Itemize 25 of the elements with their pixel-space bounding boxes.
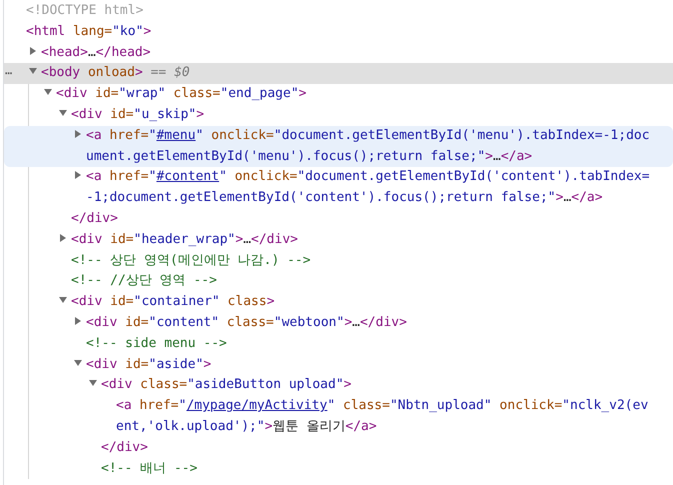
code-line[interactable]: <div id="container" class> (4, 292, 673, 313)
attribute-link[interactable]: #menu (156, 128, 196, 143)
code-line[interactable]: <a href="#content" onclick="document.getElementById('content').tabIndex= (4, 167, 673, 188)
code-line[interactable]: <div id="header_wrap">…</div> (4, 230, 673, 251)
code-line[interactable]: ument.getElementById('menu').focus();return false;">…</a> (4, 146, 673, 168)
more-options[interactable]: ⋯ (5, 63, 12, 84)
code-line[interactable]: </div> (4, 208, 673, 230)
code-line[interactable]: <!-- 배너 --> (4, 458, 673, 480)
code-line[interactable]: <!-- //상단 영역 --> (4, 271, 673, 292)
code-line[interactable]: ent,'olk.upload');">웹툰 올리기</a> (4, 416, 673, 438)
code-line[interactable]: -1;document.getElementById('content').focus();return false;">…</a> (4, 188, 673, 209)
code-line[interactable]: <head>…</head> (4, 42, 673, 64)
code-line[interactable]: <!-- 상단 영역(메인에만 나감.) --> (4, 250, 673, 272)
code-line[interactable]: </div> (4, 438, 673, 459)
code-line[interactable]: <div id="content" class="webtoon">…</div> (4, 312, 673, 334)
code-line[interactable]: <div id="aside"> (4, 354, 673, 376)
code-line[interactable]: <a href="#menu" onclick="document.getElementById('menu').tabIndex=-1;doc (4, 126, 673, 147)
code-line[interactable]: <div id="u_skip"> (4, 104, 673, 126)
code-line[interactable]: <div class="asideButton upload"> (4, 375, 673, 396)
code-line[interactable]: <div id="wrap" class="end_page"> (4, 84, 673, 105)
code-line[interactable]: <html lang="ko"> (4, 22, 673, 43)
attribute-link[interactable]: /mypage/myActivity (186, 398, 328, 414)
code-line[interactable]: <a href="/mypage/myActivity" class="Nbtn_upload" onclick="nclk_v2(ev (4, 396, 673, 417)
code-line[interactable]: <!-- side menu --> (4, 334, 673, 355)
attribute-link[interactable]: #content (156, 169, 220, 184)
